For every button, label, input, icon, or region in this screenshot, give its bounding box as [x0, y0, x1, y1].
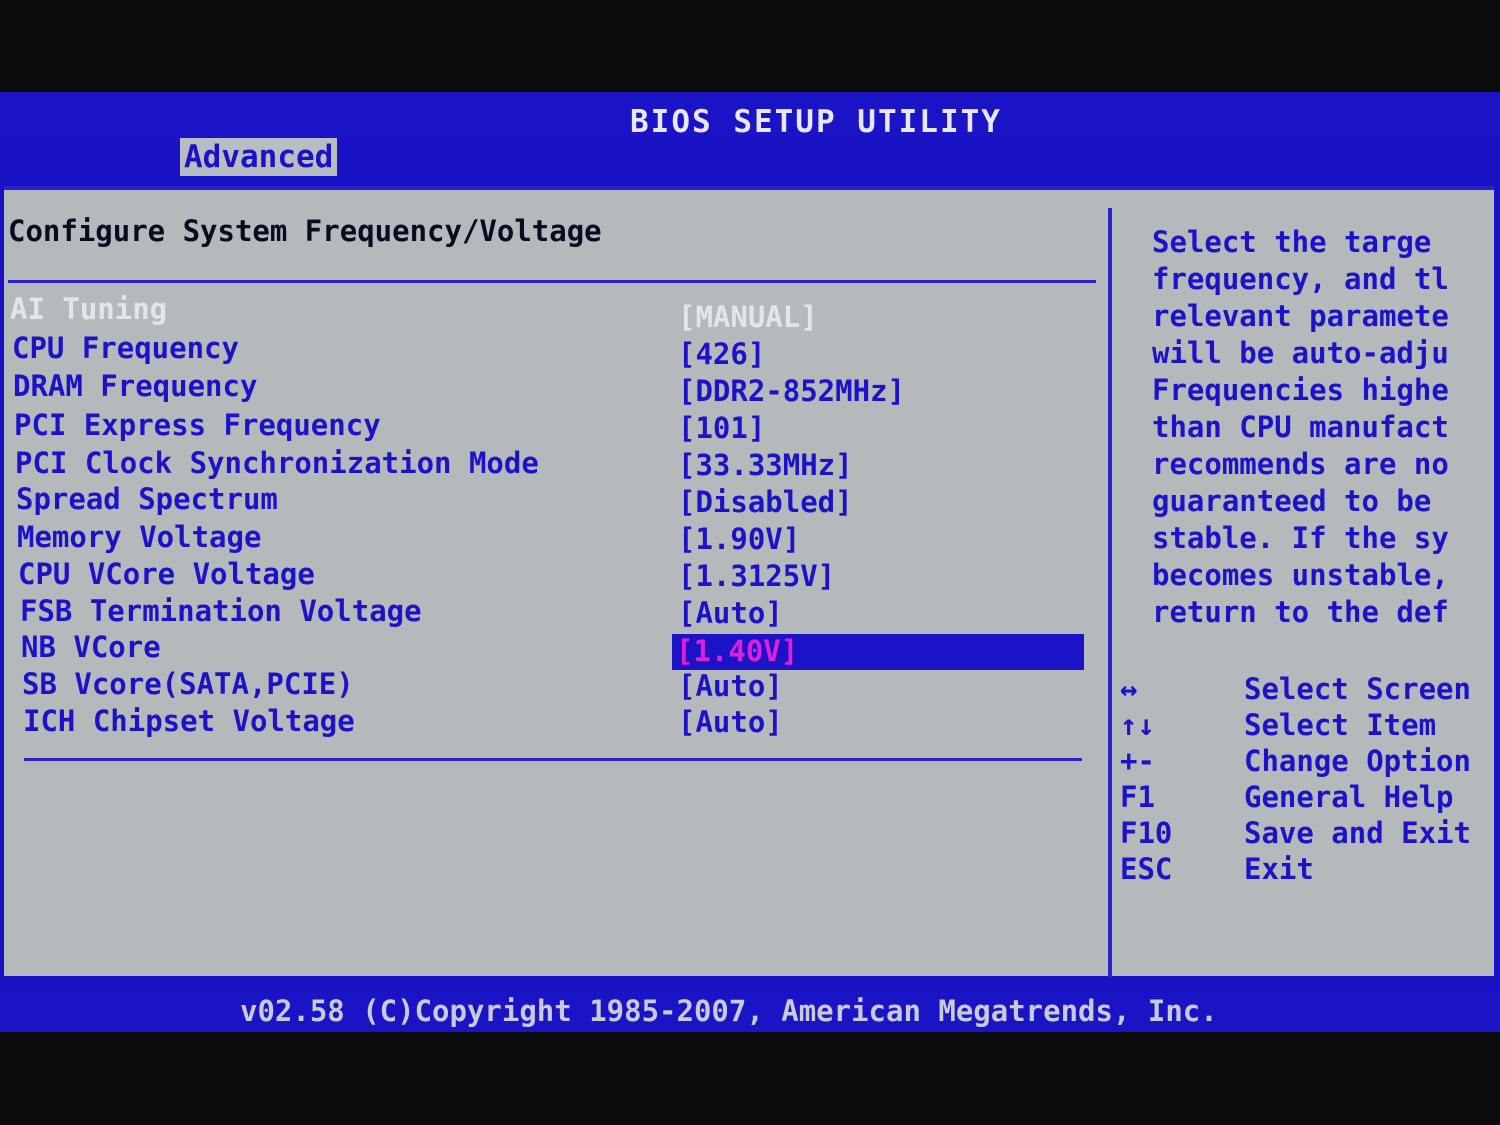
help-panel: Select the targe frequency, and tl relev…	[1152, 224, 1500, 631]
plus-minus-icon: +-	[1120, 744, 1155, 778]
setting-label: AI Tuning	[10, 292, 168, 326]
setting-ai-tuning[interactable]: AI Tuning	[10, 292, 167, 328]
setting-value: [426]	[678, 337, 766, 371]
key-f1: F1	[1120, 780, 1155, 814]
help-line: return to the def	[1152, 595, 1449, 629]
key-legend: ↔ Select Screen ↑↓ Select Item +- Change…	[1120, 672, 1500, 888]
setting-label: SB Vcore(SATA,PCIE)	[22, 667, 354, 701]
setting-value-spread-spectrum[interactable]: [Disabled]	[678, 485, 853, 521]
setting-value-dram-frequency[interactable]: [DDR2-852MHz]	[678, 374, 905, 410]
setting-value: [Auto]	[678, 596, 783, 630]
setting-value: [Auto]	[678, 669, 783, 703]
setting-label: CPU Frequency	[12, 331, 239, 365]
help-line: Frequencies highe	[1152, 373, 1449, 407]
setting-label: Spread Spectrum	[16, 482, 278, 516]
key-legend-row: F1 General Help	[1120, 780, 1500, 816]
key-legend-row: F10 Save and Exit	[1120, 816, 1500, 852]
setting-value-ich-chipset-voltage[interactable]: [Auto]	[678, 705, 783, 741]
up-down-arrow-icon: ↑↓	[1120, 708, 1155, 742]
setting-label: PCI Clock Synchronization Mode	[15, 446, 539, 480]
footer-bar: v02.58 (C)Copyright 1985-2007, American …	[0, 988, 1500, 1032]
key-f10: F10	[1120, 816, 1173, 850]
setting-value-fsb-termination-voltage[interactable]: [Auto]	[678, 596, 783, 632]
setting-value: [101]	[678, 411, 766, 445]
setting-cpu-vcore-voltage[interactable]: CPU VCore Voltage	[18, 557, 315, 593]
setting-value: [MANUAL]	[678, 300, 818, 334]
setting-cpu-frequency[interactable]: CPU Frequency	[12, 331, 239, 367]
key-action: Save and Exit	[1244, 816, 1471, 850]
setting-value-pci-express-frequency[interactable]: [101]	[678, 411, 765, 447]
setting-value: [DDR2-852MHz]	[678, 374, 905, 408]
tab-advanced[interactable]: Advanced	[180, 138, 338, 176]
setting-value-memory-voltage[interactable]: [1.90V]	[678, 522, 800, 558]
title-bar: BIOS SETUP UTILITY	[0, 92, 1500, 140]
setting-value: [Disabled]	[678, 485, 853, 519]
setting-value-sb-vcore[interactable]: [Auto]	[678, 669, 783, 705]
bottom-divider	[24, 758, 1082, 761]
bios-title: BIOS SETUP UTILITY	[630, 104, 1002, 140]
panel-divider	[1108, 208, 1112, 978]
setting-value-ai-tuning[interactable]: [MANUAL]	[678, 300, 818, 336]
top-divider	[8, 280, 1096, 283]
setting-label: Memory Voltage	[17, 520, 262, 554]
copyright-text: v02.58 (C)Copyright 1985-2007, American …	[240, 994, 1218, 1028]
setting-pci-express-frequency[interactable]: PCI Express Frequency	[14, 408, 381, 444]
setting-label: DRAM Frequency	[13, 369, 258, 403]
help-line: guaranteed to be	[1152, 484, 1432, 518]
setting-value-pci-clock-sync-mode[interactable]: [33.33MHz]	[678, 448, 853, 484]
key-legend-row: ↔ Select Screen	[1120, 672, 1500, 708]
key-action: Change Option	[1244, 744, 1471, 778]
key-legend-row: +- Change Option	[1120, 744, 1500, 780]
setting-memory-voltage[interactable]: Memory Voltage	[17, 520, 261, 556]
key-action: Exit	[1244, 852, 1314, 886]
left-right-arrow-icon: ↔	[1120, 672, 1138, 706]
key-legend-row: ↑↓ Select Item	[1120, 708, 1500, 744]
setting-label: CPU VCore Voltage	[18, 557, 315, 591]
setting-value: [1.90V]	[678, 522, 801, 556]
help-line: than CPU manufact	[1152, 410, 1449, 444]
setting-value-nb-vcore-selected[interactable]: [1.40V]	[672, 634, 1084, 670]
key-action: Select Screen	[1244, 672, 1471, 706]
setting-dram-frequency[interactable]: DRAM Frequency	[13, 369, 257, 405]
setting-spread-spectrum[interactable]: Spread Spectrum	[16, 482, 278, 518]
key-legend-row: ESC Exit	[1120, 852, 1500, 888]
help-line: recommends are no	[1152, 447, 1449, 481]
key-action: Select Item	[1244, 708, 1437, 742]
key-action: General Help	[1244, 780, 1454, 814]
help-line: Select the targe	[1152, 225, 1432, 259]
key-esc: ESC	[1120, 852, 1173, 886]
setting-fsb-termination-voltage[interactable]: FSB Termination Voltage	[20, 594, 422, 630]
setting-pci-clock-sync-mode[interactable]: PCI Clock Synchronization Mode	[15, 446, 539, 482]
setting-value: [33.33MHz]	[678, 448, 853, 482]
setting-value-cpu-vcore-voltage[interactable]: [1.3125V]	[678, 559, 835, 595]
setting-label: FSB Termination Voltage	[20, 594, 422, 628]
help-line: relevant paramete	[1152, 299, 1449, 333]
setting-sb-vcore[interactable]: SB Vcore(SATA,PCIE)	[22, 667, 354, 703]
section-title: Configure System Frequency/Voltage	[8, 214, 602, 248]
setting-label: ICH Chipset Voltage	[23, 704, 355, 738]
setting-value: [1.3125V]	[678, 559, 836, 593]
setting-label: NB VCore	[21, 630, 161, 664]
setting-label: PCI Express Frequency	[14, 408, 381, 442]
help-line: frequency, and tl	[1152, 262, 1449, 296]
setting-nb-vcore[interactable]: NB VCore	[21, 630, 161, 666]
setting-value-cpu-frequency[interactable]: [426]	[678, 337, 765, 373]
setting-value: [Auto]	[678, 705, 783, 739]
help-line: becomes unstable,	[1152, 558, 1449, 592]
setting-ich-chipset-voltage[interactable]: ICH Chipset Voltage	[23, 704, 355, 740]
help-line: stable. If the sy	[1152, 521, 1449, 555]
setting-value: [1.40V]	[672, 634, 803, 668]
help-line: will be auto-adju	[1152, 336, 1449, 370]
